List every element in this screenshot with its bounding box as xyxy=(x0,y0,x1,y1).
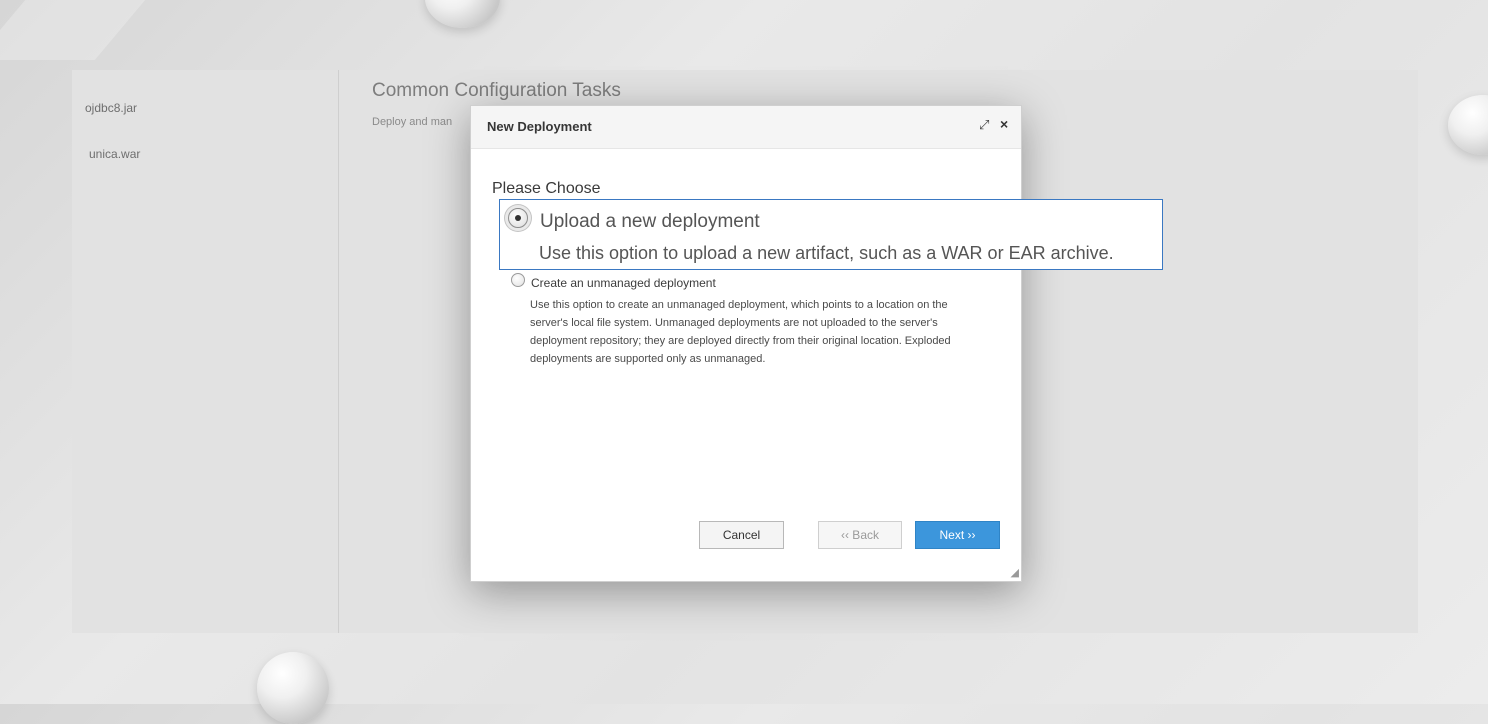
background-stripe xyxy=(0,0,146,60)
upload-deployment-description: Use this option to upload a new artifact… xyxy=(539,243,1114,263)
maximize-icon[interactable]: ⤢ xyxy=(979,117,989,133)
cancel-button[interactable]: Cancel xyxy=(699,521,784,549)
unmanaged-deployment-label[interactable]: Create an unmanaged deployment xyxy=(531,276,716,290)
upload-deployment-callout: Upload a new deployment Use this option … xyxy=(499,199,1163,270)
dialog-header: New Deployment ⤢ × xyxy=(471,106,1021,149)
next-button[interactable]: Next ›› xyxy=(915,521,1000,549)
dialog-title: New Deployment xyxy=(487,119,592,134)
decorative-sphere xyxy=(1448,95,1488,155)
deployment-item-ojdbc8[interactable]: ojdbc8.jar xyxy=(85,101,137,115)
page-subtitle: Deploy and man xyxy=(372,116,453,128)
upload-deployment-radio[interactable] xyxy=(508,208,528,228)
deployment-list: ojdbc8.jar unica.war xyxy=(72,70,339,633)
radio-selected-dot-icon xyxy=(515,215,521,221)
resize-handle-icon[interactable]: ◢ xyxy=(1011,566,1019,579)
back-button[interactable]: ‹‹ Back xyxy=(818,521,902,549)
decorative-sphere xyxy=(425,0,500,28)
unmanaged-deployment-description: Use this option to create an unmanaged d… xyxy=(530,299,951,365)
deployment-item-unica[interactable]: unica.war xyxy=(89,147,140,161)
upload-deployment-label[interactable]: Upload a new deployment xyxy=(540,211,760,233)
decorative-sphere xyxy=(257,652,329,724)
choose-heading: Please Choose xyxy=(492,180,601,197)
unmanaged-deployment-radio[interactable] xyxy=(511,273,525,287)
new-deployment-dialog: New Deployment ⤢ × Please Choose Create … xyxy=(470,105,1022,582)
page-title: Common Configuration Tasks xyxy=(372,80,621,101)
close-icon[interactable]: × xyxy=(1000,116,1008,132)
